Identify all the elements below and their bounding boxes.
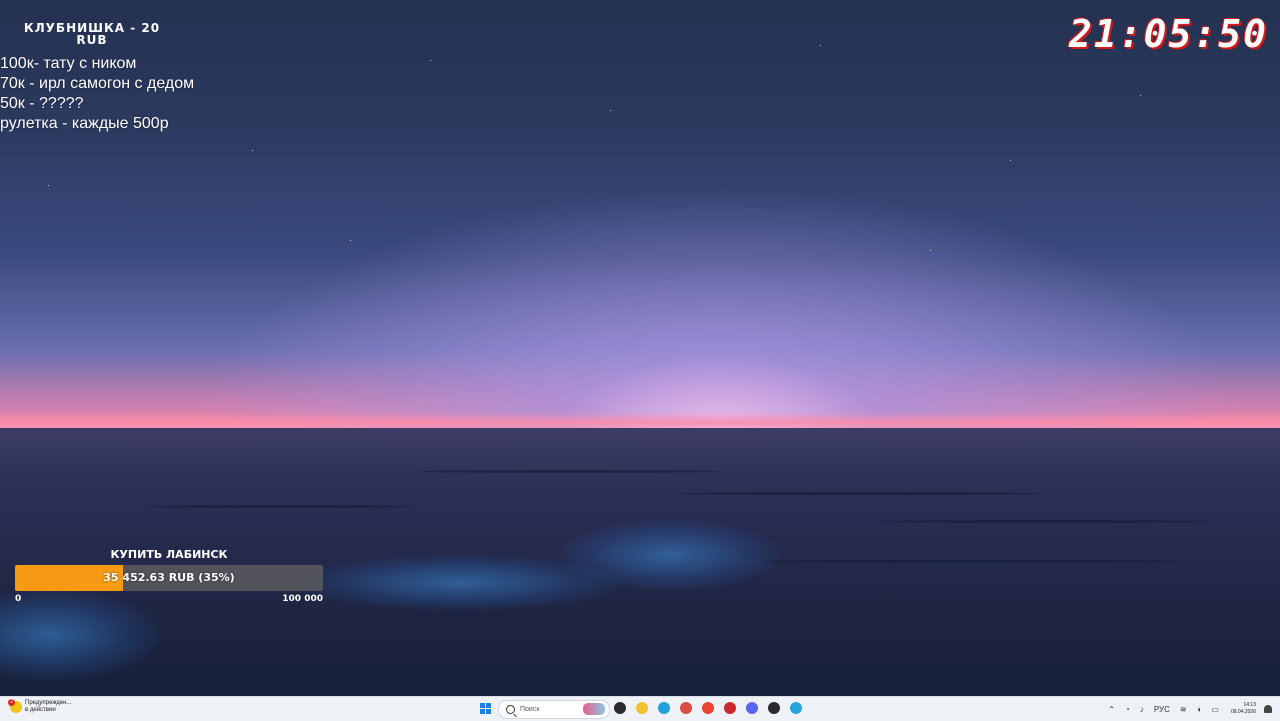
chevron-up-icon[interactable]: ⌃ (1108, 705, 1115, 714)
star (252, 150, 253, 151)
telegram-icon (790, 702, 802, 714)
network-icon[interactable]: ◔ (1125, 705, 1130, 714)
goal-list-item: 50к - ????? (0, 95, 84, 112)
search-icon (506, 705, 515, 714)
last-donation-title: КЛУБНИШКА - 20 RUB (2, 22, 182, 46)
taskbar-notification[interactable]: 2 Предупрежден... в действии (8, 699, 71, 714)
notification-badge: 2 (8, 699, 15, 706)
yandex-browser-icon (702, 702, 714, 714)
windows-logo-icon (480, 709, 485, 714)
obs-app-button[interactable] (766, 700, 782, 717)
yandex-browser-app-button[interactable] (700, 700, 716, 717)
microphone-icon[interactable]: ♪ (1140, 705, 1144, 714)
volume-icon[interactable]: ◖ (1197, 705, 1202, 714)
discord-app-button[interactable] (744, 700, 760, 717)
taskbar: 2 Предупрежден... в действии Поиск ⌃ ◔ ♪… (0, 696, 1280, 721)
goal-title: КУПИТЬ ЛАБИНСК (110, 548, 228, 561)
goal-max-label: 100 000 (282, 594, 323, 604)
wave-ripple (150, 505, 410, 508)
wave-foam (300, 555, 620, 610)
start-button[interactable] (480, 703, 492, 715)
notification-bell-icon[interactable] (1264, 705, 1272, 713)
notification-subtitle: в действии (25, 707, 56, 713)
task-view-icon (614, 702, 626, 714)
goals-list: 100к- тату с ником 70к - ирл самогон с д… (0, 54, 194, 134)
keyboard-language[interactable]: РУС (1154, 705, 1170, 714)
goal-progress-text: 35 452.63 RUB (35%) (103, 571, 235, 584)
windows-logo-icon (480, 703, 485, 708)
chrome-icon (680, 702, 692, 714)
file-explorer-app-button[interactable] (634, 700, 650, 717)
windows-logo-icon (486, 709, 491, 714)
star (1010, 160, 1011, 161)
taskbar-search[interactable]: Поиск (498, 700, 610, 719)
star (48, 185, 49, 186)
battery-icon[interactable]: ▭ (1211, 705, 1219, 714)
obs-icon (768, 702, 780, 714)
discord-icon (746, 702, 758, 714)
edge-icon (658, 702, 670, 714)
star (610, 110, 611, 111)
goal-list-item: 100к- тату с ником (0, 55, 137, 72)
wave-ripple (680, 492, 1040, 495)
warning-icon: 2 (8, 699, 22, 713)
pinned-apps (612, 700, 810, 717)
windows-logo-icon (486, 703, 491, 708)
file-explorer-icon (636, 702, 648, 714)
system-tray: ⌃ ◔ ♪ РУС ≋ ◖ ▭ 14:13 08.04.2026 (1098, 699, 1272, 719)
tray-time: 14:13 (1243, 702, 1256, 708)
star (350, 240, 351, 241)
wave-ripple (420, 470, 720, 473)
edge-app-button[interactable] (656, 700, 672, 717)
task-view-app-button[interactable] (612, 700, 628, 717)
notification-title: Предупрежден... (25, 700, 72, 706)
search-placeholder: Поиск (520, 706, 540, 713)
app-red-icon (724, 702, 736, 714)
tray-clock[interactable]: 14:13 08.04.2026 (1231, 702, 1256, 716)
stream-clock: 21:05:50 (1068, 12, 1268, 56)
goal-scale: 0 100 000 (15, 594, 323, 608)
last-donation-currency: RUB (76, 33, 108, 47)
donation-goal-widget: КУПИТЬ ЛАБИНСК 35 452.63 RUB (35%) 0 100… (15, 548, 323, 608)
wave-ripple (760, 560, 1180, 563)
notification-text: Предупрежден... в действии (25, 700, 71, 714)
tray-date: 08.04.2026 (1230, 709, 1256, 715)
star (1140, 95, 1141, 96)
search-highlight-icon (583, 703, 605, 715)
star (430, 60, 431, 61)
telegram-app-button[interactable] (788, 700, 804, 717)
goal-list-item: 70к - ирл самогон с дедом (0, 75, 195, 92)
wifi-icon[interactable]: ≋ (1180, 705, 1187, 714)
app-red-app-button[interactable] (722, 700, 738, 717)
chrome-app-button[interactable] (678, 700, 694, 717)
goal-progress-bar: 35 452.63 RUB (35%) (15, 565, 323, 591)
goal-list-item: рулетка - каждые 500р (0, 115, 169, 132)
goal-min-label: 0 (15, 594, 22, 604)
star (820, 45, 821, 46)
wave-ripple (880, 520, 1210, 523)
star (930, 250, 931, 251)
